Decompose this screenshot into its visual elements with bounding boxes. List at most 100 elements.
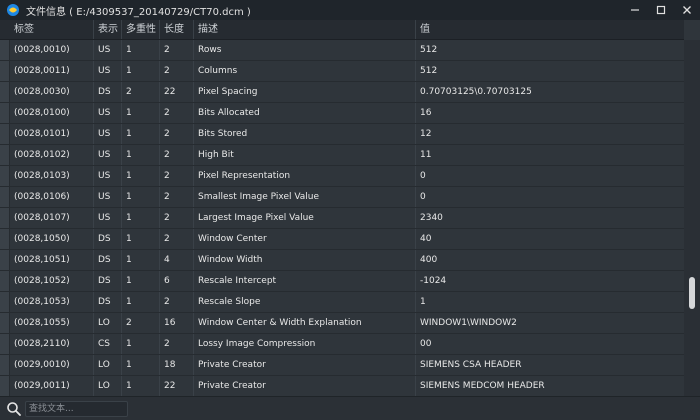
maximize-icon[interactable]	[648, 0, 674, 20]
cell-vr: DS	[94, 271, 122, 291]
cell-vr: DS	[94, 82, 122, 102]
cell-value: WINDOW1\WINDOW2	[420, 318, 517, 328]
column-header-tag[interactable]: 标签	[10, 20, 94, 39]
cell-description: Pixel Representation	[194, 166, 416, 186]
cell-tag: (0028,0010)	[10, 40, 94, 60]
column-header-vm[interactable]: 多重性	[122, 20, 160, 39]
row-gutter	[0, 229, 10, 249]
cell-description: Rescale Intercept	[194, 271, 416, 291]
row-gutter	[0, 292, 10, 312]
cell-value: 400	[420, 255, 438, 265]
table-row[interactable]: (0029,0010) LO 1 18 Private Creator SIEMENS C…	[0, 355, 684, 376]
cell-description: Rescale Slope	[194, 292, 416, 312]
cell-length: 2	[160, 40, 194, 60]
row-gutter	[0, 334, 10, 354]
search-icon[interactable]	[6, 401, 22, 417]
cell-vm: 1	[122, 40, 160, 60]
row-gutter	[0, 313, 10, 333]
cell-length: 2	[160, 166, 194, 186]
table-row[interactable]: (0028,0102) US 1 2 High Bit 11	[0, 145, 684, 166]
cell-vm: 1	[122, 229, 160, 249]
cell-vr: US	[94, 61, 122, 81]
row-gutter	[0, 40, 10, 60]
vertical-scrollbar[interactable]	[684, 40, 700, 416]
cell-value: -1024	[420, 276, 447, 286]
table-row[interactable]: (0028,0011) US 1 2 Columns 512	[0, 61, 684, 82]
table-row[interactable]: (0028,0101) US 1 2 Bits Stored 12	[0, 124, 684, 145]
cell-description: Window Center	[194, 229, 416, 249]
file-info-window: 文件信息 ( E:/4309537_20140729/CT70.dcm ) 标签…	[0, 0, 700, 420]
row-gutter	[0, 82, 10, 102]
cell-vm: 1	[122, 103, 160, 123]
cell-tag: (0028,0011)	[10, 61, 94, 81]
table-row[interactable]: (0028,2110) CS 1 2 Lossy Image Compression 00	[0, 334, 684, 355]
cell-vm: 1	[122, 334, 160, 354]
table-row[interactable]: (0028,0103) US 1 2 Pixel Representation 0	[0, 166, 684, 187]
table-row[interactable]: (0028,0010) US 1 2 Rows 512	[0, 40, 684, 61]
cell-description: Smallest Image Pixel Value	[194, 187, 416, 207]
cell-description: Window Center & Width Explanation	[194, 313, 416, 333]
cell-length: 4	[160, 250, 194, 270]
column-header-vr[interactable]: 表示	[94, 20, 122, 39]
minimize-icon[interactable]	[622, 0, 648, 20]
cell-length: 2	[160, 292, 194, 312]
cell-value: 0.70703125\0.70703125	[420, 87, 532, 97]
cell-vr: US	[94, 166, 122, 186]
cell-vm: 1	[122, 166, 160, 186]
table-row[interactable]: (0028,0107) US 1 2 Largest Image Pixel Value…	[0, 208, 684, 229]
cell-vm: 1	[122, 250, 160, 270]
scrollbar-thumb[interactable]	[689, 277, 695, 309]
table-row[interactable]: (0028,0100) US 1 2 Bits Allocated 16	[0, 103, 684, 124]
cell-vr: LO	[94, 313, 122, 333]
column-header-length[interactable]: 长度	[160, 20, 194, 39]
window-controls	[622, 0, 700, 20]
search-input[interactable]	[25, 400, 128, 417]
cell-description: Private Creator	[194, 376, 416, 396]
table-row[interactable]: (0028,1051) DS 1 4 Window Width 400	[0, 250, 684, 271]
cell-tag: (0028,1055)	[10, 313, 94, 333]
close-icon[interactable]	[674, 0, 700, 20]
cell-value: 512	[420, 66, 438, 76]
cell-tag: (0028,1050)	[10, 229, 94, 249]
row-gutter	[0, 355, 10, 375]
cell-description: Pixel Spacing	[194, 82, 416, 102]
cell-tag: (0029,0010)	[10, 355, 94, 375]
table-row[interactable]: (0028,1053) DS 1 2 Rescale Slope 1	[0, 292, 684, 313]
cell-value: 16	[420, 108, 432, 118]
table-row[interactable]: (0028,1052) DS 1 6 Rescale Intercept -1024	[0, 271, 684, 292]
cell-length: 6	[160, 271, 194, 291]
cell-vr: US	[94, 145, 122, 165]
cell-vr: US	[94, 103, 122, 123]
cell-length: 22	[160, 82, 194, 102]
table-row[interactable]: (0029,0011) LO 1 22 Private Creator SIEMENS M…	[0, 376, 684, 396]
table-row[interactable]: (0028,0030) DS 2 22 Pixel Spacing 0.70703125\…	[0, 82, 684, 103]
cell-tag: (0028,0100)	[10, 103, 94, 123]
column-header-value[interactable]: 值	[416, 20, 684, 39]
cell-vm: 2	[122, 82, 160, 102]
header-gutter	[0, 20, 10, 39]
cell-length: 2	[160, 145, 194, 165]
cell-tag: (0029,0011)	[10, 376, 94, 396]
row-gutter	[0, 271, 10, 291]
cell-vm: 1	[122, 145, 160, 165]
cell-description: Bits Allocated	[194, 103, 416, 123]
table-row[interactable]: (0028,0106) US 1 2 Smallest Image Pixel Valu…	[0, 187, 684, 208]
cell-tag: (0028,1052)	[10, 271, 94, 291]
cell-description: Private Creator	[194, 355, 416, 375]
cell-vm: 1	[122, 271, 160, 291]
row-gutter	[0, 103, 10, 123]
cell-description: Rows	[194, 40, 416, 60]
cell-vm: 1	[122, 376, 160, 396]
cell-tag: (0028,2110)	[10, 334, 94, 354]
cell-vr: DS	[94, 250, 122, 270]
table-row[interactable]: (0028,1050) DS 1 2 Window Center 40	[0, 229, 684, 250]
table-row[interactable]: (0028,1055) LO 2 16 Window Center & Width Ex…	[0, 313, 684, 334]
cell-description: Bits Stored	[194, 124, 416, 144]
cell-description: Largest Image Pixel Value	[194, 208, 416, 228]
cell-vr: CS	[94, 334, 122, 354]
cell-vr: US	[94, 208, 122, 228]
column-header-description[interactable]: 描述	[194, 20, 416, 39]
cell-tag: (0028,1053)	[10, 292, 94, 312]
cell-length: 2	[160, 229, 194, 249]
cell-description: Window Width	[194, 250, 416, 270]
